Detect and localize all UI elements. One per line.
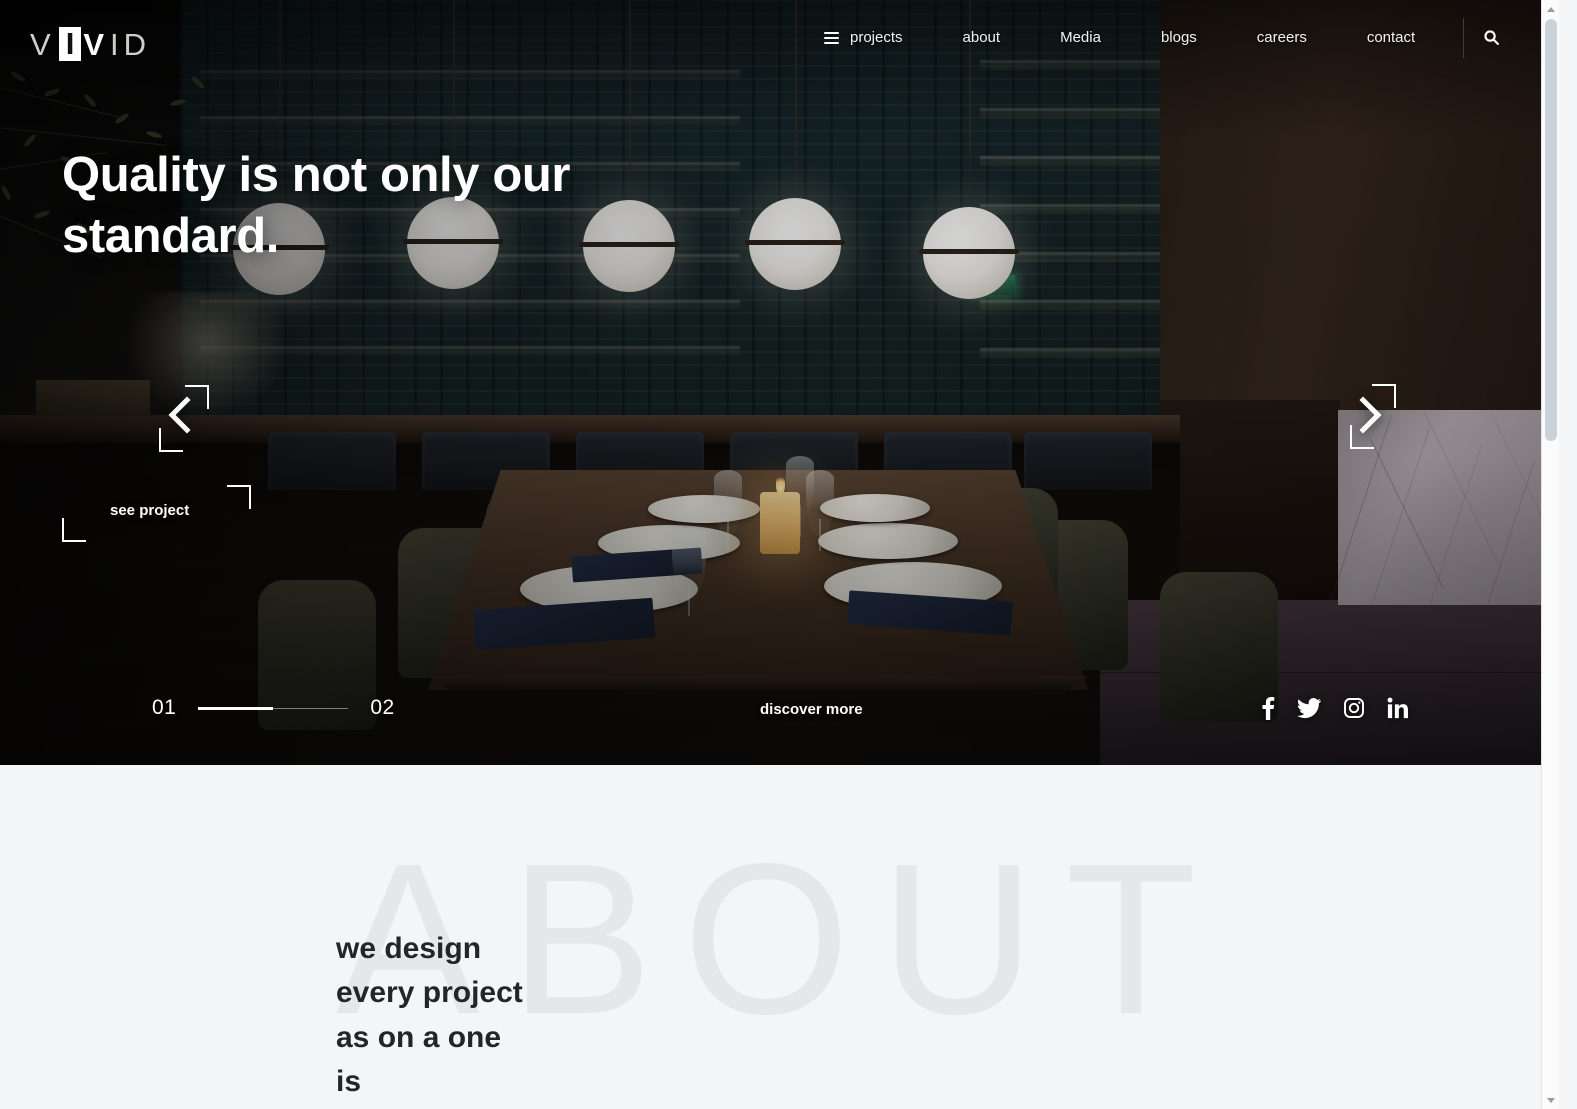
page-scrollbar[interactable] [1541, 0, 1559, 1109]
chevron-right-icon [1359, 396, 1382, 434]
chevron-left-icon [168, 396, 191, 434]
linkedin-icon[interactable] [1387, 697, 1409, 719]
about-copy-text: we design every project as on a one is [336, 932, 523, 1099]
social-links [1261, 696, 1409, 720]
logo-letter-i2: I [110, 26, 124, 62]
hero-title: Quality is not only our standard. [62, 148, 571, 263]
hero-background-image [0, 0, 1559, 765]
nav-item-contact[interactable]: contact [1337, 29, 1445, 46]
nav-divider [1463, 17, 1465, 58]
instagram-icon[interactable] [1343, 697, 1365, 719]
nav-item-about[interactable]: about [933, 29, 1031, 46]
page-root: V I V I D projects about Media blogs car… [0, 0, 1559, 1109]
main-navigation: projects about Media blogs careers conta… [812, 0, 1508, 75]
carousel-prev-button[interactable] [158, 389, 202, 441]
nav-item-media[interactable]: Media [1030, 29, 1131, 46]
site-logo[interactable]: V I V I D [30, 27, 151, 61]
logo-letter-v1: V [30, 26, 56, 62]
scrollbar-thumb[interactable] [1545, 19, 1557, 441]
nav-item-projects[interactable]: projects [812, 29, 933, 47]
carousel-next-button[interactable] [1348, 389, 1392, 441]
slide-total-number: 02 [370, 696, 395, 719]
nav-label-projects: projects [850, 29, 903, 46]
hamburger-menu-icon [824, 29, 839, 47]
logo-letter-i: I [58, 27, 82, 61]
slide-progress-track[interactable] [198, 706, 349, 710]
search-icon[interactable] [1474, 21, 1508, 55]
slide-progress-fill [198, 706, 274, 710]
nav-item-careers[interactable]: careers [1227, 29, 1337, 46]
see-project-link[interactable]: see project [110, 502, 189, 519]
logo-letter-d: D [123, 26, 152, 62]
frame-bracket-see-project-top [207, 485, 251, 529]
twitter-icon[interactable] [1297, 697, 1321, 719]
logo-letter-v2: V [83, 26, 104, 62]
facebook-icon[interactable] [1261, 696, 1275, 720]
about-section: ABOUT we design every project as on a on… [0, 765, 1559, 1109]
carousel-slide-indicator: 01 02 [152, 696, 395, 720]
site-header: V I V I D projects about Media blogs car… [0, 0, 1559, 75]
nav-item-blogs[interactable]: blogs [1131, 29, 1227, 46]
discover-more-button[interactable]: discover more [760, 701, 863, 718]
scroll-down-arrow[interactable] [1542, 1091, 1559, 1109]
scroll-up-arrow[interactable] [1542, 0, 1559, 18]
slide-current-number: 01 [152, 696, 177, 719]
hero-section: V I V I D projects about Media blogs car… [0, 0, 1559, 765]
frame-bracket-see-project-bottom [62, 498, 106, 542]
